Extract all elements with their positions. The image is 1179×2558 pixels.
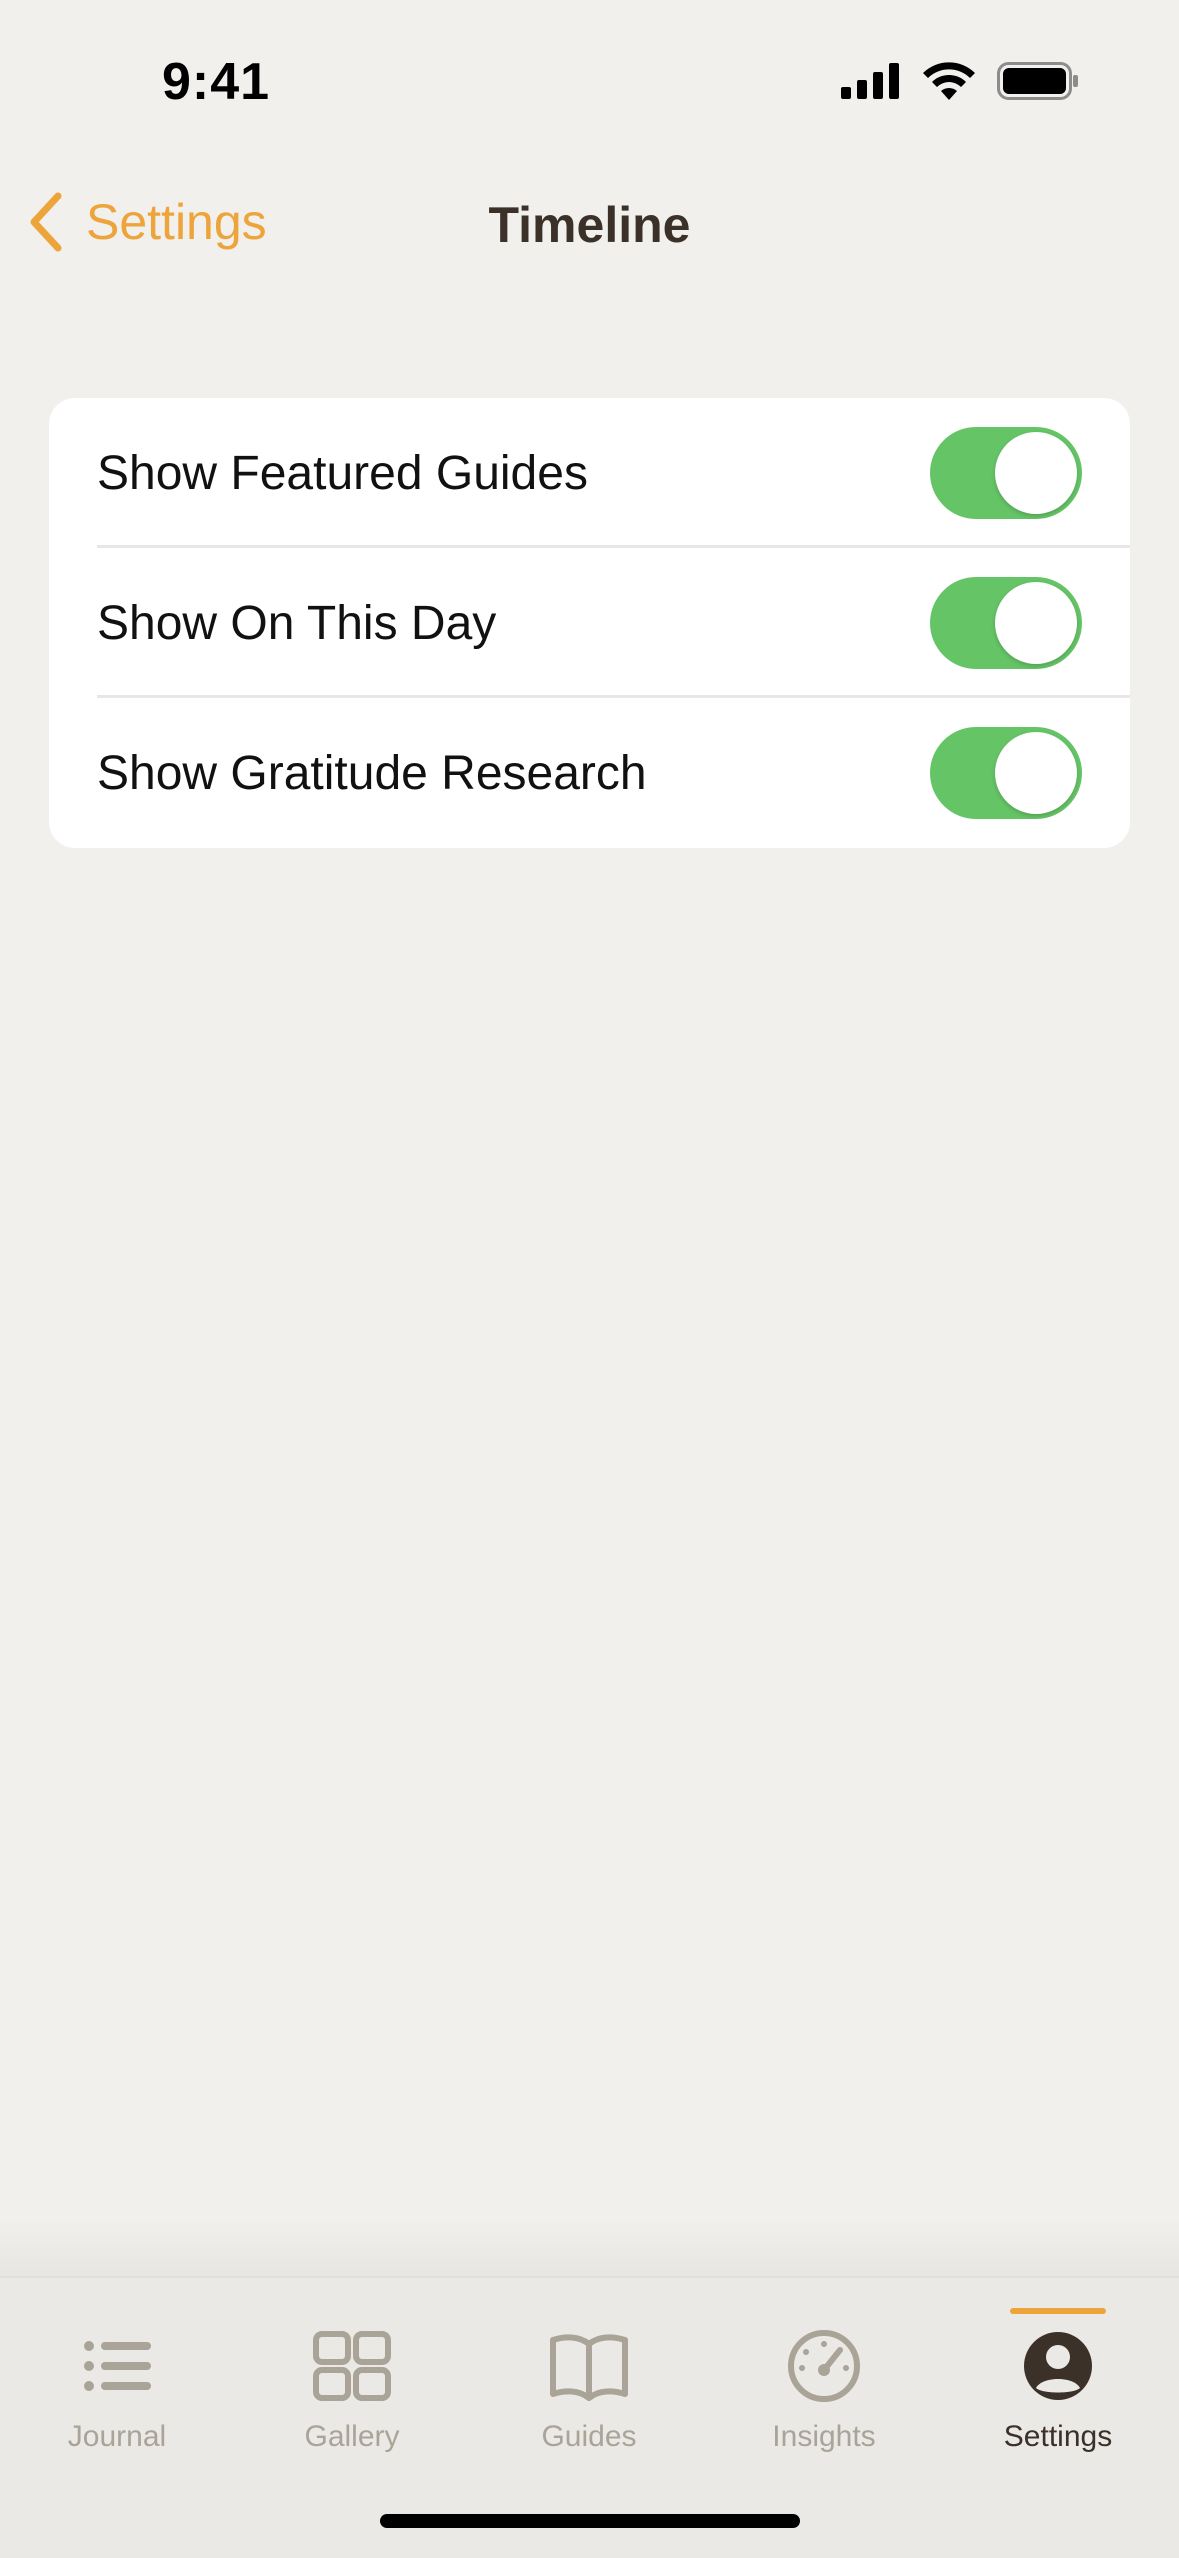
tab-label: Guides — [541, 2420, 637, 2453]
featured-guides-toggle[interactable] — [930, 427, 1082, 519]
setting-label: Show Gratitude Research — [97, 746, 647, 800]
tab-label: Insights — [772, 2420, 876, 2453]
person-icon — [1024, 2332, 1092, 2400]
tab-label: Journal — [67, 2420, 167, 2453]
timeline-settings-card: Show Featured Guides Show On This Day Sh… — [49, 398, 1130, 848]
home-indicator — [380, 2514, 800, 2528]
status-icons — [841, 62, 1079, 100]
active-tab-indicator — [1010, 2308, 1106, 2314]
gratitude-research-toggle[interactable] — [930, 727, 1082, 819]
book-icon — [550, 2334, 628, 2401]
toggle-knob — [995, 582, 1077, 664]
tab-journal[interactable]: Journal — [17, 2326, 217, 2454]
gauge-icon — [788, 2330, 860, 2402]
toggle-knob — [995, 432, 1077, 514]
setting-row-featured-guides: Show Featured Guides — [49, 398, 1130, 548]
page-title: Timeline — [488, 197, 691, 253]
list-icon — [84, 2341, 151, 2391]
tab-label: Gallery — [304, 2420, 400, 2453]
cellular-signal-icon — [841, 63, 899, 99]
on-this-day-toggle[interactable] — [930, 577, 1082, 669]
tab-bar-shadow — [0, 2218, 1179, 2278]
setting-label: Show On This Day — [97, 596, 497, 650]
tab-gallery[interactable]: Gallery — [252, 2326, 452, 2454]
setting-row-on-this-day: Show On This Day — [49, 548, 1130, 698]
battery-icon — [997, 62, 1078, 100]
tab-insights[interactable]: Insights — [724, 2326, 924, 2454]
status-time: 9:41 — [162, 53, 271, 111]
setting-row-gratitude-research: Show Gratitude Research — [49, 698, 1130, 848]
toggle-knob — [995, 732, 1077, 814]
tab-label: Settings — [1003, 2420, 1113, 2453]
wifi-icon — [923, 62, 975, 100]
setting-label: Show Featured Guides — [97, 446, 588, 500]
tab-settings[interactable]: Settings — [958, 2326, 1158, 2454]
grid-icon — [313, 2331, 391, 2401]
tab-guides[interactable]: Guides — [489, 2326, 689, 2454]
